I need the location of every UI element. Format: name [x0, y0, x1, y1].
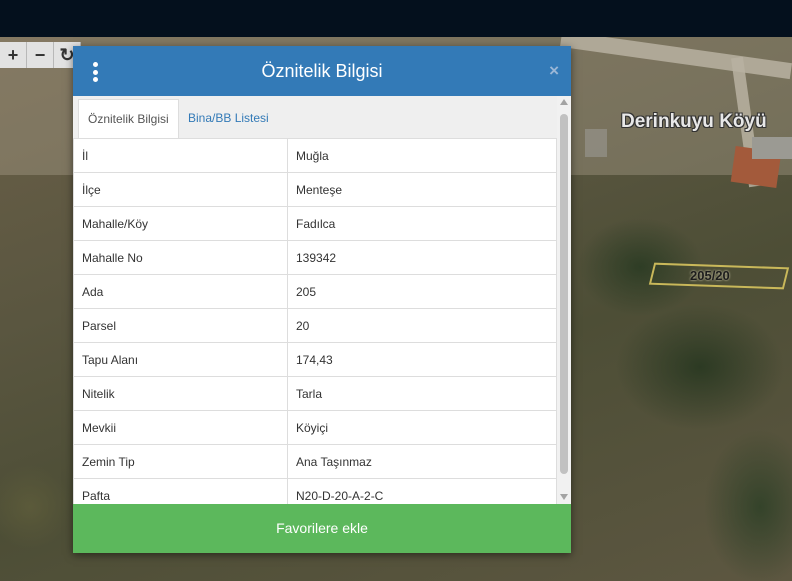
map-toolbar: + − ↻ — [0, 42, 81, 70]
scroll-up-arrow-icon[interactable] — [560, 99, 568, 105]
dialog-header[interactable]: Öznitelik Bilgisi × — [73, 46, 571, 96]
map-building — [752, 137, 792, 159]
table-row: Mahalle No 139342 — [73, 240, 557, 275]
tab-bar: Öznitelik Bilgisi Bina/BB Listesi — [73, 96, 557, 139]
attribute-value: Köyiçi — [287, 410, 557, 445]
table-row: Nitelik Tarla — [73, 376, 557, 411]
attribute-table: İl Muğla İlçe Menteşe Mahalle/Köy Fadılca Maha… — [73, 138, 557, 504]
attribute-key: Mahalle/Köy — [73, 206, 288, 241]
table-row: Pafta N20-D-20-A-2-C — [73, 478, 557, 504]
attribute-key: Mahalle No — [73, 240, 288, 275]
attribute-value: 174,43 — [287, 342, 557, 377]
map-building — [585, 129, 607, 157]
add-favorite-button[interactable]: Favorilere ekle — [73, 504, 571, 553]
attribute-value: 139342 — [287, 240, 557, 275]
zoom-in-button[interactable]: + — [0, 42, 27, 68]
attribute-value: 20 — [287, 308, 557, 343]
attribute-value: Muğla — [287, 138, 557, 173]
attribute-value: Tarla — [287, 376, 557, 411]
attribute-value: 205 — [287, 274, 557, 309]
attribute-value: Menteşe — [287, 172, 557, 207]
attribute-key: Pafta — [73, 478, 288, 504]
attribute-value: Ana Taşınmaz — [287, 444, 557, 479]
attribute-value: N20-D-20-A-2-C — [287, 478, 557, 504]
attribute-key: Tapu Alanı — [73, 342, 288, 377]
attribute-dialog: Öznitelik Bilgisi × Öznitelik Bilgisi Bi… — [73, 46, 571, 553]
attribute-key: Zemin Tip — [73, 444, 288, 479]
tab-building-list[interactable]: Bina/BB Listesi — [179, 99, 278, 137]
table-row: Mahalle/Köy Fadılca — [73, 206, 557, 241]
attribute-value: Fadılca — [287, 206, 557, 241]
scroll-down-arrow-icon[interactable] — [560, 494, 568, 500]
table-row: Mevkii Köyiçi — [73, 410, 557, 445]
scroll-thumb[interactable] — [560, 114, 568, 474]
table-row: Zemin Tip Ana Taşınmaz — [73, 444, 557, 479]
scrollbar[interactable] — [557, 96, 571, 504]
parcel-label: 205/20 — [690, 268, 730, 283]
table-row: İl Muğla — [73, 138, 557, 173]
tab-attributes[interactable]: Öznitelik Bilgisi — [78, 99, 179, 139]
attribute-key: Ada — [73, 274, 288, 309]
attribute-key: Nitelik — [73, 376, 288, 411]
table-row: Parsel 20 — [73, 308, 557, 343]
village-label: Derinkuyu Köyü — [621, 111, 767, 132]
close-icon[interactable]: × — [549, 61, 559, 81]
table-row: Tapu Alanı 174,43 — [73, 342, 557, 377]
attribute-key: Mevkii — [73, 410, 288, 445]
attribute-key: İl — [73, 138, 288, 173]
attribute-key: Parsel — [73, 308, 288, 343]
top-bar — [0, 0, 792, 37]
table-row: Ada 205 — [73, 274, 557, 309]
table-row: İlçe Menteşe — [73, 172, 557, 207]
zoom-out-button[interactable]: − — [27, 42, 54, 68]
dialog-title: Öznitelik Bilgisi — [261, 61, 383, 81]
attribute-key: İlçe — [73, 172, 288, 207]
